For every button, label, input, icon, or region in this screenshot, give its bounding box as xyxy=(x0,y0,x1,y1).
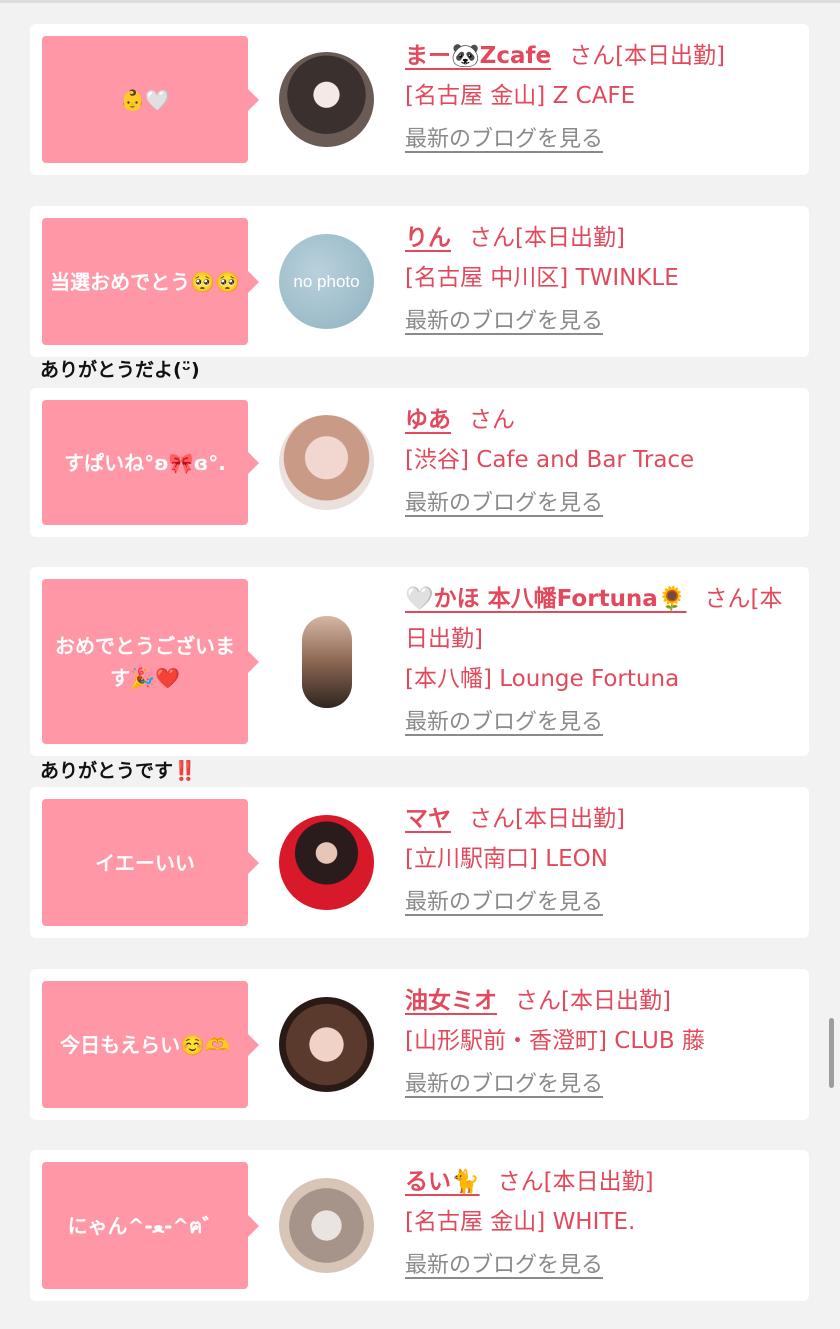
honorific: さん xyxy=(469,407,515,433)
latest-blog-link[interactable]: 最新のブログを見る xyxy=(405,1065,603,1105)
cast-card: にゃん^-ﻌ-^ฅ゛ るい🐈 さん[本日出勤] [名古屋 金山] WHITE. 最… xyxy=(30,1150,809,1301)
avatar[interactable] xyxy=(279,997,374,1092)
latest-blog-link[interactable]: 最新のブログを見る xyxy=(405,120,603,160)
cast-card: 当選おめでとう🥺🥺 no photo りん さん[本日出勤] [名古屋 中川区] … xyxy=(30,206,809,357)
message-bubble: すぱいね°ʚ🎀ɞ°. xyxy=(42,400,259,525)
status-label: [本日出勤] xyxy=(615,43,726,69)
latest-blog-link[interactable]: 最新のブログを見る xyxy=(405,484,603,524)
message-bubble: 👶🤍 xyxy=(42,36,259,163)
reply-text: ありがとうだよ(ᵕ̈) xyxy=(40,359,200,381)
cast-card: 今日もえらい☺️🫶 油女ミオ さん[本日出勤] [山形駅前・香澄町] CLUB 藤… xyxy=(30,969,809,1120)
cast-name-link[interactable]: 🤍かほ 本八幡Fortuna🌻 xyxy=(405,586,686,612)
top-divider xyxy=(0,0,840,3)
shop-name: [渋谷] Cafe and Bar Trace xyxy=(405,447,695,473)
shop-name: [立川駅南口] LEON xyxy=(405,846,608,872)
shop-name: [名古屋 金山] Z CAFE xyxy=(405,83,636,109)
message-bubble: 今日もえらい☺️🫶 xyxy=(42,981,259,1108)
honorific: さん xyxy=(704,586,751,612)
avatar[interactable] xyxy=(302,616,352,708)
honorific: さん xyxy=(497,1169,544,1195)
message-bubble: 当選おめでとう🥺🥺 xyxy=(42,218,259,345)
avatar[interactable] xyxy=(279,415,374,510)
cast-name-link[interactable]: まー🐼Zcafe xyxy=(405,43,551,69)
cast-name-link[interactable]: りん xyxy=(405,225,451,251)
status-label: [本日出勤] xyxy=(515,806,625,832)
cast-name-link[interactable]: るい🐈 xyxy=(405,1169,480,1195)
no-photo-label: no photo xyxy=(293,271,360,291)
avatar[interactable] xyxy=(279,815,374,910)
latest-blog-link[interactable]: 最新のブログを見る xyxy=(405,302,603,342)
message-bubble: イエーいい xyxy=(42,799,259,926)
latest-blog-link[interactable]: 最新のブログを見る xyxy=(405,703,603,743)
scrollbar[interactable] xyxy=(829,1018,834,1088)
cast-card: おめでとうございます🎉❤️ 🤍かほ 本八幡Fortuna🌻 さん[本日出勤] [本… xyxy=(30,567,809,756)
honorific: さん xyxy=(469,225,515,251)
honorific: さん xyxy=(569,43,616,69)
cast-name-link[interactable]: ゆあ xyxy=(405,407,451,433)
shop-name: [名古屋 中川区] TWINKLE xyxy=(405,265,679,291)
avatar[interactable] xyxy=(279,52,374,147)
shop-name: [名古屋 金山] WHITE. xyxy=(405,1209,636,1235)
cast-card: 👶🤍 まー🐼Zcafe さん[本日出勤] [名古屋 金山] Z CAFE 最新のブ… xyxy=(30,24,809,175)
status-label: [本日出勤] xyxy=(561,988,671,1014)
cast-name-link[interactable]: マヤ xyxy=(405,806,451,832)
honorific: さん xyxy=(515,988,561,1014)
shop-name: [山形駅前・香澄町] CLUB 藤 xyxy=(405,1028,705,1054)
avatar[interactable] xyxy=(279,1178,374,1273)
honorific: さん xyxy=(469,806,515,832)
cast-card: すぱいね°ʚ🎀ɞ°. ゆあ さん [渋谷] Cafe and Bar Trace … xyxy=(30,388,809,537)
cast-card: イエーいい マヤ さん[本日出勤] [立川駅南口] LEON 最新のブログを見る xyxy=(30,787,809,938)
latest-blog-link[interactable]: 最新のブログを見る xyxy=(405,883,603,923)
status-label: [本日出勤] xyxy=(543,1169,654,1195)
status-label: [本日出勤] xyxy=(515,225,625,251)
message-bubble: おめでとうございます🎉❤️ xyxy=(42,579,259,744)
message-bubble: にゃん^-ﻌ-^ฅ゛ xyxy=(42,1162,259,1289)
cast-name-link[interactable]: 油女ミオ xyxy=(405,988,497,1014)
avatar[interactable]: no photo xyxy=(279,234,374,329)
shop-name: [本八幡] Lounge Fortuna xyxy=(405,666,680,692)
latest-blog-link[interactable]: 最新のブログを見る xyxy=(405,1246,603,1286)
reply-text: ありがとうです‼️ xyxy=(40,760,197,782)
